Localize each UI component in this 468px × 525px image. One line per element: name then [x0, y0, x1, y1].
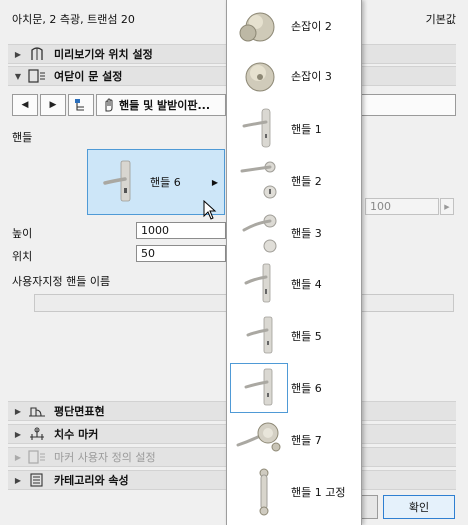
position-label: 위치 — [12, 250, 33, 263]
popup-item[interactable]: 핸들 2 — [227, 155, 361, 207]
page-nav: ◀ ▶ 핸들 및 발받이판... — [12, 94, 226, 116]
popup-item-label: 핸들 3 — [291, 227, 322, 240]
popup-item-selected[interactable]: 핸들 6 — [227, 362, 361, 414]
round-knob-icon — [230, 1, 288, 51]
custom-name-label: 사용자지정 핸들 이름 — [12, 275, 111, 288]
door-preview-icon — [28, 46, 46, 62]
lever-plate-icon — [230, 311, 288, 361]
popup-item[interactable]: 핸들 7 — [227, 414, 361, 466]
side-value-stepper: ▶ — [440, 198, 454, 215]
hierarchy-icon — [75, 99, 84, 111]
popup-item-label: 핸들 1 — [291, 123, 322, 136]
popup-item-label: 핸들 2 — [291, 175, 322, 188]
popup-item-label: 핸들 4 — [291, 278, 322, 291]
height-input[interactable]: 1000 — [136, 222, 226, 239]
ok-button[interactable]: 확인 — [383, 495, 455, 519]
window-title: 아치문, 2 측광, 트랜섬 20 — [12, 13, 135, 26]
section-label: 평단면표현 — [54, 405, 105, 418]
page-tree-button[interactable] — [68, 94, 94, 116]
section-label: 카테고리와 속성 — [54, 474, 129, 487]
handle-section-label: 핸들 — [12, 131, 33, 144]
popup-item[interactable]: 손잡이 3 — [227, 50, 361, 102]
hand-icon — [103, 98, 115, 112]
lever-rosette-icon — [230, 208, 288, 258]
popup-item-label: 핸들 6 — [291, 382, 322, 395]
popup-item[interactable]: 손잡이 2 — [227, 0, 361, 52]
lever-plate-icon — [230, 104, 288, 154]
popup-item[interactable]: 핸들 4 — [227, 258, 361, 310]
section-label: 치수 마커 — [54, 428, 99, 441]
popup-item[interactable]: 핸들 1 — [227, 103, 361, 155]
lever-plate-icon — [230, 259, 288, 309]
pull-handle-icon — [230, 467, 288, 517]
popup-item-label: 핸들 5 — [291, 330, 322, 343]
tab-handle-kickplate[interactable]: 핸들 및 발받이판... — [96, 94, 226, 116]
category-list-icon — [28, 472, 46, 488]
door-settings-icon — [28, 68, 46, 84]
next-page-button[interactable]: ▶ — [40, 94, 66, 116]
expand-triangle-icon: ▶ — [14, 452, 22, 462]
popup-item[interactable]: 핸들 3 — [227, 207, 361, 259]
lever-plate-icon — [94, 157, 144, 207]
popup-item[interactable]: 핸들 1 고정 — [227, 466, 361, 518]
preset-label: 기본값 — [425, 13, 456, 26]
handle-type-popup: 손잡이 2 손잡이 3 핸들 1 핸들 2 핸들 3 핸들 4 핸들 5 핸들 … — [226, 0, 362, 525]
prev-page-button[interactable]: ◀ — [12, 94, 38, 116]
submenu-arrow-icon: ▶ — [211, 178, 218, 187]
mouse-cursor-icon — [203, 200, 217, 220]
dimension-marker-icon — [28, 426, 46, 442]
round-knob-icon — [230, 51, 288, 101]
floor-plan-icon — [28, 403, 46, 419]
popup-item-label: 핸들 1 고정 — [291, 486, 346, 499]
lever-knob-icon — [230, 415, 288, 465]
tab-label: 핸들 및 발받이판... — [119, 99, 211, 112]
handle-selected-name: 핸들 6 — [150, 176, 181, 189]
expand-triangle-icon: ▶ — [14, 429, 22, 439]
expand-triangle-icon: ▶ — [14, 49, 22, 59]
popup-item-label: 손잡이 3 — [291, 70, 332, 83]
expand-triangle-icon: ▶ — [14, 475, 22, 485]
lever-rosette-icon — [230, 156, 288, 206]
popup-item-label: 핸들 7 — [291, 434, 322, 447]
position-input[interactable]: 50 — [136, 245, 226, 262]
collapse-triangle-icon: ▼ — [14, 71, 22, 81]
popup-item[interactable]: 핸들 5 — [227, 310, 361, 362]
expand-triangle-icon: ▶ — [14, 406, 22, 416]
lever-plate-icon — [230, 363, 288, 413]
tab-dropdown-remnant[interactable] — [356, 94, 456, 116]
side-value-field: 100 — [365, 198, 439, 215]
popup-item-label: 손잡이 2 — [291, 20, 332, 33]
section-label: 여닫이 문 설정 — [54, 70, 123, 83]
marker-settings-icon — [28, 449, 46, 465]
height-label: 높이 — [12, 227, 33, 240]
section-label: 마커 사용자 정의 설정 — [54, 451, 156, 464]
section-label: 미리보기와 위치 설정 — [54, 48, 153, 61]
